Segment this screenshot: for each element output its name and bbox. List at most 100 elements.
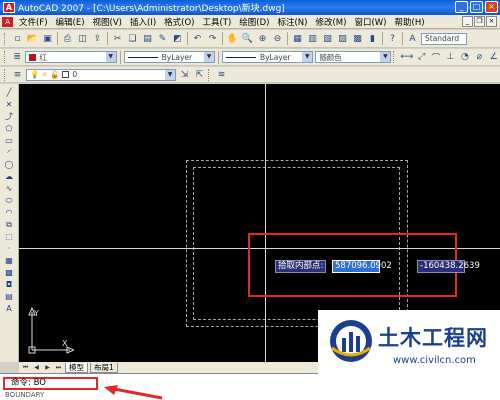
toolbar-grip[interactable]	[4, 68, 7, 81]
tab-last-icon[interactable]: ⏭	[54, 363, 63, 372]
revision-cloud-icon[interactable]: ☁	[2, 171, 16, 182]
save-icon[interactable]: ▣	[41, 32, 54, 45]
match-properties-icon[interactable]: ✎	[156, 32, 169, 45]
menu-draw[interactable]: 绘图(D)	[235, 16, 273, 28]
make-current-icon[interactable]: ⇲	[178, 68, 191, 81]
open-icon[interactable]: 📂	[26, 32, 39, 45]
plotstyle-combo[interactable]: 随颜色 ▼	[315, 51, 392, 63]
make-block-icon[interactable]: ⬚	[2, 231, 16, 242]
zoom-realtime-icon[interactable]: 🔍	[241, 32, 254, 45]
menu-insert[interactable]: 插入(I)	[126, 16, 160, 28]
paste-icon[interactable]: ▤	[141, 32, 154, 45]
toolbar-grip[interactable]	[4, 32, 7, 45]
gradient-icon[interactable]: ▩	[2, 267, 16, 278]
toolbar-grip[interactable]	[4, 51, 7, 63]
dynamic-input-x[interactable]: 587096.0902	[332, 260, 392, 273]
menu-view[interactable]: 视图(V)	[89, 16, 126, 28]
ellipse-icon[interactable]: ⬭	[2, 195, 16, 206]
print-icon[interactable]: ⎙	[61, 32, 74, 45]
command-line[interactable]: 命令: BO BOUNDARY	[0, 373, 500, 400]
dim-ordinate-icon[interactable]: ⊥	[444, 51, 456, 64]
linetype-combo[interactable]: ByLayer ▼	[123, 51, 215, 63]
dim-aligned-icon[interactable]: ⤢	[415, 51, 427, 64]
copy-icon[interactable]: ❏	[126, 32, 139, 45]
toolbar-grip[interactable]	[393, 51, 396, 63]
construction-line-icon[interactable]: ✕	[2, 99, 16, 110]
polygon-icon[interactable]: ⬠	[2, 123, 16, 134]
doc-close-button[interactable]: ×	[486, 16, 497, 27]
command-prompt[interactable]: 命令: BO	[3, 377, 98, 390]
point-icon[interactable]: ·	[2, 243, 16, 254]
text-style-icon[interactable]: A	[406, 32, 419, 45]
line-icon[interactable]: ╱	[2, 87, 16, 98]
styles-icon[interactable]: ≋	[215, 68, 228, 81]
dim-linear-icon[interactable]: ⟷	[400, 51, 413, 64]
zoom-previous-icon[interactable]: ⊖	[271, 32, 284, 45]
publish-icon[interactable]: ⇪	[91, 32, 104, 45]
dim-angular-icon[interactable]: ∠	[488, 51, 500, 64]
dim-diameter-icon[interactable]: ⌀	[473, 51, 485, 64]
dim-radius-icon[interactable]: ◔	[459, 51, 471, 64]
ellipse-arc-icon[interactable]: ◠	[2, 207, 16, 218]
menu-edit[interactable]: 编辑(E)	[52, 16, 89, 28]
chevron-down-icon[interactable]: ▼	[204, 52, 214, 62]
zoom-window-icon[interactable]: ⊕	[256, 32, 269, 45]
close-button[interactable]: ×	[485, 1, 498, 13]
arc-icon[interactable]: ◜	[2, 147, 16, 158]
menu-file[interactable]: 文件(F)	[15, 16, 52, 28]
preview-icon[interactable]: ◫	[76, 32, 89, 45]
menu-dimension[interactable]: 标注(N)	[273, 16, 311, 28]
tab-model[interactable]: 模型	[65, 362, 88, 373]
calculator-icon[interactable]: ▮	[366, 32, 379, 45]
menu-modify[interactable]: 修改(M)	[311, 16, 350, 28]
chevron-down-icon[interactable]: ▼	[105, 52, 116, 62]
doc-minimize-button[interactable]: _	[462, 16, 473, 27]
spline-icon[interactable]: ∿	[2, 183, 16, 194]
properties-icon[interactable]: ▦	[291, 32, 304, 45]
circle-icon[interactable]: ◯	[2, 159, 16, 170]
markup-icon[interactable]: ▩	[351, 32, 364, 45]
toolbar-grip[interactable]	[208, 68, 211, 81]
chevron-down-icon[interactable]: ▼	[380, 52, 391, 62]
menu-help[interactable]: 帮助(H)	[391, 16, 429, 28]
lineweight-combo[interactable]: ByLayer ▼	[221, 51, 314, 63]
menu-format[interactable]: 格式(O)	[160, 16, 198, 28]
dim-arc-icon[interactable]: ⌒	[430, 51, 442, 64]
undo-icon[interactable]: ↶	[191, 32, 204, 45]
layer-combo[interactable]: 💡 ☼ 🔓 0 ▼	[26, 68, 176, 81]
layer-states-icon[interactable]: ≡	[11, 68, 24, 81]
table-icon[interactable]: ▤	[2, 291, 16, 302]
layer-previous-icon[interactable]: ⇱	[193, 68, 206, 81]
tab-first-icon[interactable]: ⏮	[21, 363, 30, 372]
design-center-icon[interactable]: ▥	[306, 32, 319, 45]
multiline-text-icon[interactable]: A	[2, 303, 16, 314]
tab-next-icon[interactable]: ▶	[43, 363, 52, 372]
doc-restore-button[interactable]: ❐	[474, 16, 485, 27]
block-editor-icon[interactable]: ◩	[171, 32, 184, 45]
chevron-down-icon[interactable]: ▼	[302, 52, 313, 62]
minimize-button[interactable]: _	[455, 1, 468, 13]
tab-prev-icon[interactable]: ◀	[32, 363, 41, 372]
hatch-icon[interactable]: ▦	[2, 255, 16, 266]
menu-window[interactable]: 窗口(W)	[350, 16, 390, 28]
sheet-set-icon[interactable]: ▨	[336, 32, 349, 45]
tool-palettes-icon[interactable]: ▧	[321, 32, 334, 45]
chevron-down-icon[interactable]: ▼	[165, 69, 175, 80]
insert-block-icon[interactable]: ⧉	[2, 219, 16, 230]
redo-icon[interactable]: ↷	[206, 32, 219, 45]
layer-manager-icon[interactable]: ≣	[11, 51, 23, 64]
cut-icon[interactable]: ✂	[111, 32, 124, 45]
maximize-button[interactable]: □	[470, 1, 483, 13]
document-icon[interactable]: A	[2, 16, 13, 27]
region-icon[interactable]: ◘	[2, 279, 16, 290]
tab-layout1[interactable]: 布局1	[90, 362, 118, 373]
polyline-icon[interactable]: ⤴	[2, 111, 16, 122]
color-combo[interactable]: 红 ▼	[25, 51, 117, 63]
pan-icon[interactable]: ✋	[226, 32, 239, 45]
text-style-combo[interactable]: Standard	[421, 32, 467, 45]
new-icon[interactable]: ▫	[11, 32, 24, 45]
dynamic-input-y[interactable]: -160438.2639	[417, 260, 480, 273]
help-icon[interactable]: ?	[386, 32, 399, 45]
menu-tools[interactable]: 工具(T)	[198, 16, 235, 28]
rectangle-icon[interactable]: ▭	[2, 135, 16, 146]
